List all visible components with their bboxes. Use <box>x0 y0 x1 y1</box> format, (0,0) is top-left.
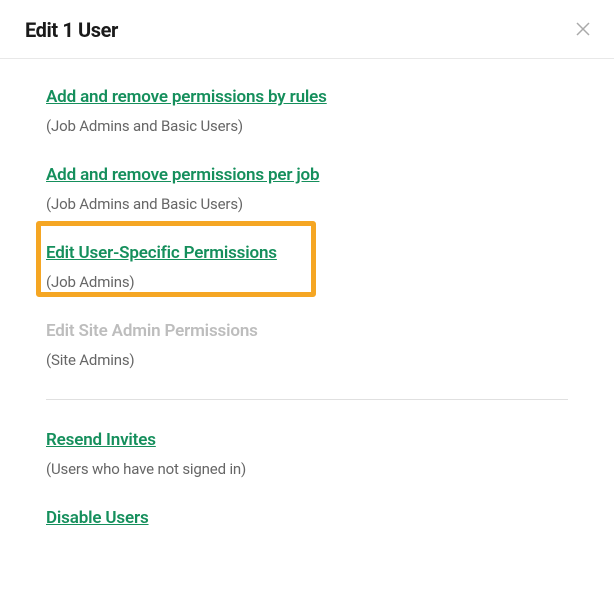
sub-permissions-by-rules: (Job Admins and Basic Users) <box>46 117 568 135</box>
sub-permissions-per-job: (Job Admins and Basic Users) <box>46 195 568 213</box>
link-user-specific-permissions[interactable]: Edit User-Specific Permissions <box>46 243 277 263</box>
link-resend-invites[interactable]: Resend Invites <box>46 430 156 450</box>
link-permissions-by-rules[interactable]: Add and remove permissions by rules <box>46 87 327 107</box>
option-site-admin-permissions: Edit Site Admin Permissions (Site Admins… <box>46 321 568 369</box>
link-permissions-per-job[interactable]: Add and remove permissions per job <box>46 165 319 185</box>
modal-content: Add and remove permissions by rules (Job… <box>0 59 614 528</box>
sub-resend-invites: (Users who have not signed in) <box>46 460 568 478</box>
option-resend-invites: Resend Invites (Users who have not signe… <box>46 430 568 478</box>
sub-site-admin-permissions: (Site Admins) <box>46 351 568 369</box>
option-permissions-by-rules: Add and remove permissions by rules (Job… <box>46 87 568 135</box>
section-divider <box>46 399 568 400</box>
modal-title: Edit 1 User <box>25 18 118 42</box>
option-user-specific-permissions: Edit User-Specific Permissions (Job Admi… <box>46 243 568 291</box>
close-icon <box>576 21 590 40</box>
link-site-admin-permissions: Edit Site Admin Permissions <box>46 321 258 341</box>
option-permissions-per-job: Add and remove permissions per job (Job … <box>46 165 568 213</box>
close-button[interactable] <box>574 21 592 39</box>
option-disable-users: Disable Users <box>46 508 568 528</box>
link-disable-users[interactable]: Disable Users <box>46 508 149 528</box>
modal-header: Edit 1 User <box>0 0 614 59</box>
sub-user-specific-permissions: (Job Admins) <box>46 273 568 291</box>
